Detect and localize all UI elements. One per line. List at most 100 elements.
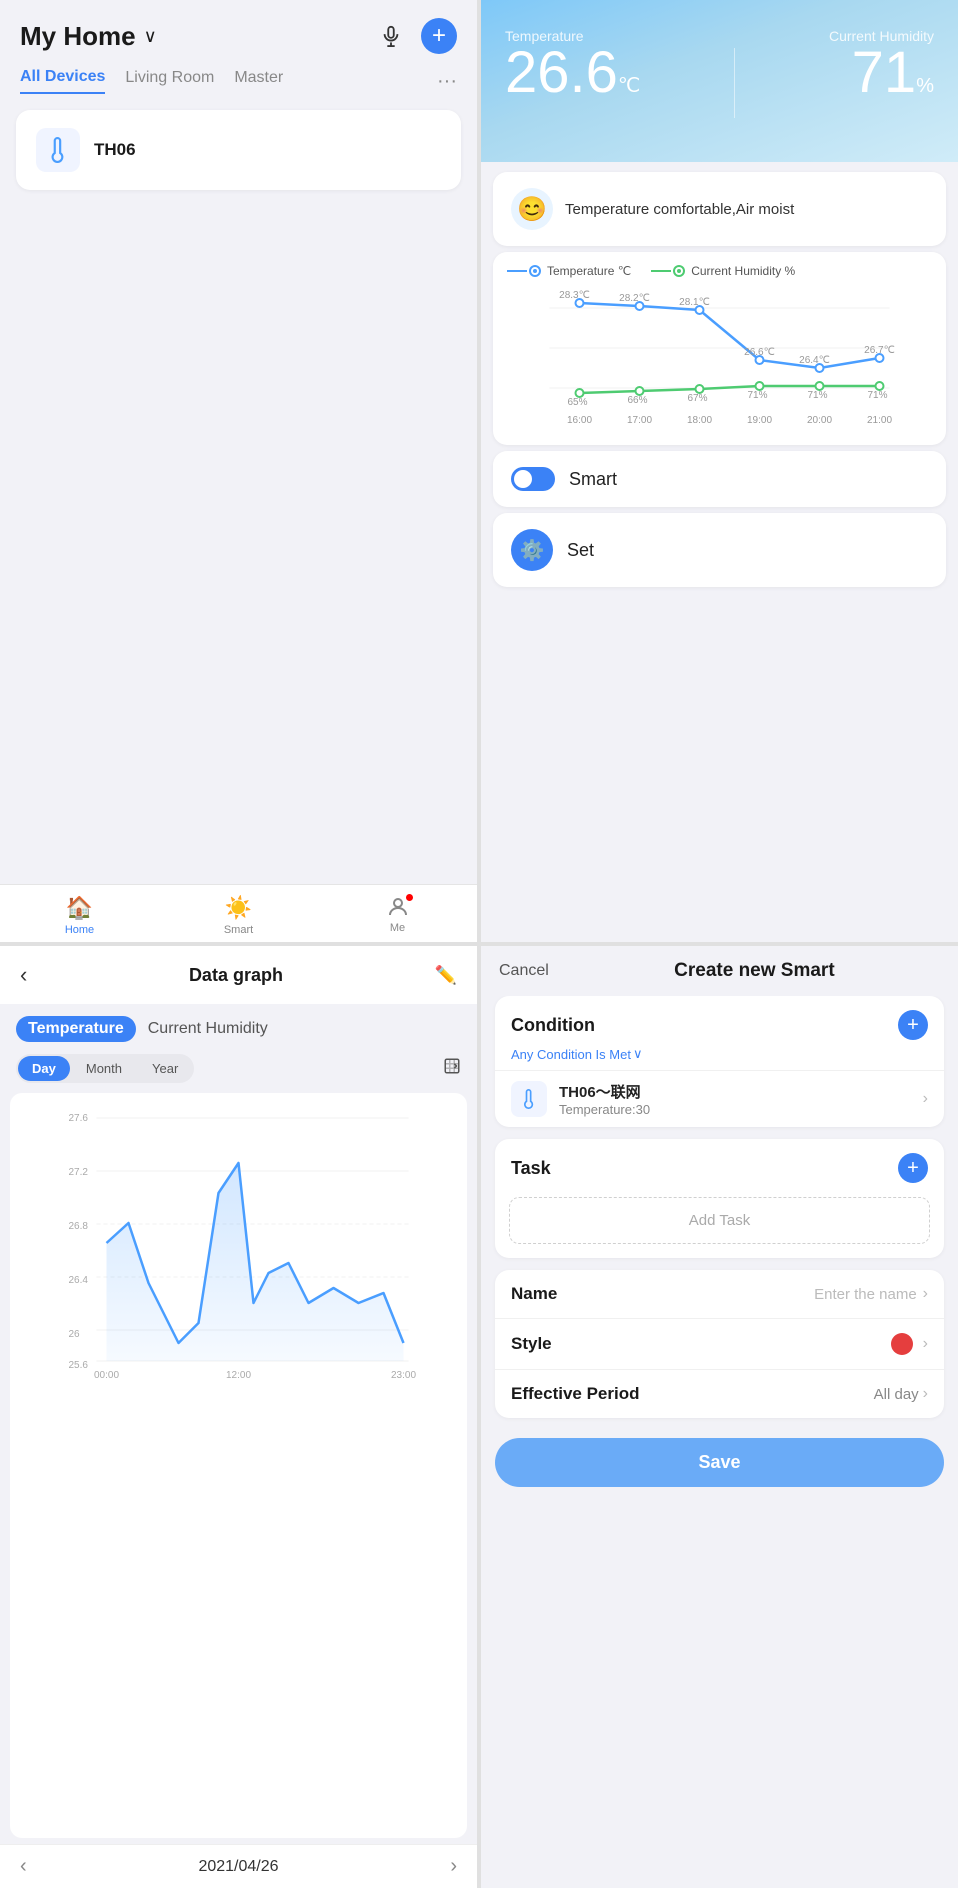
style-row[interactable]: Style › (495, 1318, 944, 1369)
tab-all-devices[interactable]: All Devices (20, 68, 105, 94)
tab-temperature[interactable]: Temperature (16, 1016, 136, 1042)
smart-card[interactable]: Smart (493, 451, 946, 507)
home-header-icons: + (373, 18, 457, 54)
condition-card: Condition + Any Condition Is Met ∨ TH06～… (495, 996, 944, 1127)
tab-master[interactable]: Master (234, 69, 283, 93)
smart-create-header: Cancel Create new Smart (481, 946, 958, 996)
hum-legend-label: Current Humidity % (691, 264, 795, 278)
svg-text:26.8: 26.8 (69, 1221, 89, 1232)
tab-humidity[interactable]: Current Humidity (136, 1016, 280, 1042)
style-label: Style (511, 1334, 552, 1354)
svg-text:00:00: 00:00 (94, 1370, 119, 1381)
home-title: My Home (20, 21, 136, 52)
next-date-button[interactable]: › (450, 1855, 457, 1878)
period-chevron: › (923, 1385, 928, 1403)
set-card[interactable]: ⚙️ Set (493, 513, 946, 587)
nav-home-label: Home (65, 924, 94, 936)
svg-text:28.3℃: 28.3℃ (559, 290, 590, 301)
smart-label: Smart (569, 469, 617, 490)
nav-me[interactable]: Me (318, 895, 477, 936)
expand-icon[interactable] (443, 1057, 461, 1080)
svg-text:27.2: 27.2 (69, 1167, 89, 1178)
svg-text:12:00: 12:00 (226, 1370, 251, 1381)
device-list: TH06 (0, 94, 477, 206)
temp-legend-label: Temperature ℃ (547, 264, 631, 278)
task-section-header: Task + (495, 1139, 944, 1187)
settings-icon: ⚙️ (511, 529, 553, 571)
svg-text:28.1℃: 28.1℃ (679, 297, 710, 308)
period-year[interactable]: Year (138, 1056, 192, 1081)
microphone-icon[interactable] (373, 18, 409, 54)
name-label: Name (511, 1284, 557, 1304)
device-card-th06[interactable]: TH06 (16, 110, 461, 190)
add-task-button[interactable]: + (898, 1153, 928, 1183)
create-smart-title: Create new Smart (569, 960, 940, 982)
chart-legend: Temperature ℃ Current Humidity % (507, 264, 932, 278)
svg-text:67%: 67% (687, 393, 707, 404)
svg-text:18:00: 18:00 (687, 415, 712, 426)
period-value: All day (874, 1386, 919, 1403)
condition-item[interactable]: TH06～联网 Temperature:30 › (495, 1070, 944, 1127)
prev-date-button[interactable]: ‹ (20, 1855, 27, 1878)
temperature-value: 26.6℃ (505, 44, 640, 102)
edit-icon[interactable]: ✏️ (435, 965, 457, 986)
svg-text:66%: 66% (627, 395, 647, 406)
condition-device-name: TH06～联网 (559, 1081, 911, 1102)
period-day[interactable]: Day (18, 1056, 70, 1081)
temperature-block: Temperature 26.6℃ (505, 28, 640, 102)
task-title: Task (511, 1158, 551, 1179)
svg-text:17:00: 17:00 (627, 415, 652, 426)
add-condition-button[interactable]: + (898, 1010, 928, 1040)
save-button[interactable]: Save (495, 1438, 944, 1487)
me-nav-icon-wrap (386, 895, 410, 919)
sensor-header: Temperature 26.6℃ Current Humidity 71% (481, 0, 958, 162)
sensor-chart-card: Temperature ℃ Current Humidity % 28.3 (493, 252, 946, 445)
humidity-value: 71% (829, 44, 934, 102)
home-chevron-icon[interactable]: ∨ (144, 26, 157, 47)
condition-section-header: Condition + (495, 996, 944, 1044)
humidity-block: Current Humidity 71% (829, 28, 934, 102)
svg-text:65%: 65% (567, 397, 587, 408)
svg-text:25.6: 25.6 (69, 1360, 89, 1371)
add-button[interactable]: + (421, 18, 457, 54)
period-selector: Day Month Year (16, 1054, 194, 1083)
svg-text:23:00: 23:00 (391, 1370, 416, 1381)
effective-period-row[interactable]: Effective Period All day › (495, 1369, 944, 1418)
nav-home[interactable]: 🏠 Home (0, 895, 159, 936)
period-tabs-row: Day Month Year (0, 1046, 477, 1087)
svg-text:16:00: 16:00 (567, 415, 592, 426)
graph-header: ‹ Data graph ✏️ (0, 946, 477, 1004)
svg-text:71%: 71% (867, 390, 887, 401)
condition-item-chevron: › (923, 1090, 928, 1108)
hum-unit: % (916, 75, 934, 97)
add-task-row[interactable]: Add Task (509, 1197, 930, 1244)
svg-text:27.6: 27.6 (69, 1113, 89, 1124)
style-right: › (891, 1333, 928, 1355)
back-button[interactable]: ‹ (20, 962, 27, 988)
device-tabs: All Devices Living Room Master ··· (0, 64, 477, 94)
sensor-status-card: 😊 Temperature comfortable,Air moist (493, 172, 946, 246)
condition-subtitle[interactable]: Any Condition Is Met ∨ (495, 1044, 944, 1070)
tab-living-room[interactable]: Living Room (125, 69, 214, 93)
graph-title: Data graph (37, 965, 434, 986)
main-chart: 27.6 27.2 26.8 26.4 26 25.6 (18, 1103, 459, 1383)
hum-legend: Current Humidity % (651, 264, 795, 278)
svg-text:19:00: 19:00 (747, 415, 772, 426)
tabs-more-icon[interactable]: ··· (437, 70, 457, 93)
period-label: Effective Period (511, 1384, 640, 1404)
set-label: Set (567, 540, 594, 561)
svg-text:26.4℃: 26.4℃ (799, 355, 830, 366)
notification-dot (405, 893, 414, 902)
device-name: TH06 (94, 140, 136, 160)
name-input[interactable]: Enter the name (557, 1286, 922, 1303)
graph-data-tabs: Temperature Current Humidity (0, 1004, 477, 1046)
style-chevron: › (923, 1335, 928, 1353)
smart-toggle[interactable] (511, 467, 555, 491)
cancel-button[interactable]: Cancel (499, 962, 549, 980)
nav-smart[interactable]: ☀️ Smart (159, 895, 318, 936)
condition-title: Condition (511, 1015, 595, 1036)
condition-chevron-icon: ∨ (633, 1046, 643, 1062)
hum-number: 71 (852, 40, 917, 105)
period-month[interactable]: Month (72, 1056, 136, 1081)
smart-nav-icon: ☀️ (225, 895, 252, 921)
